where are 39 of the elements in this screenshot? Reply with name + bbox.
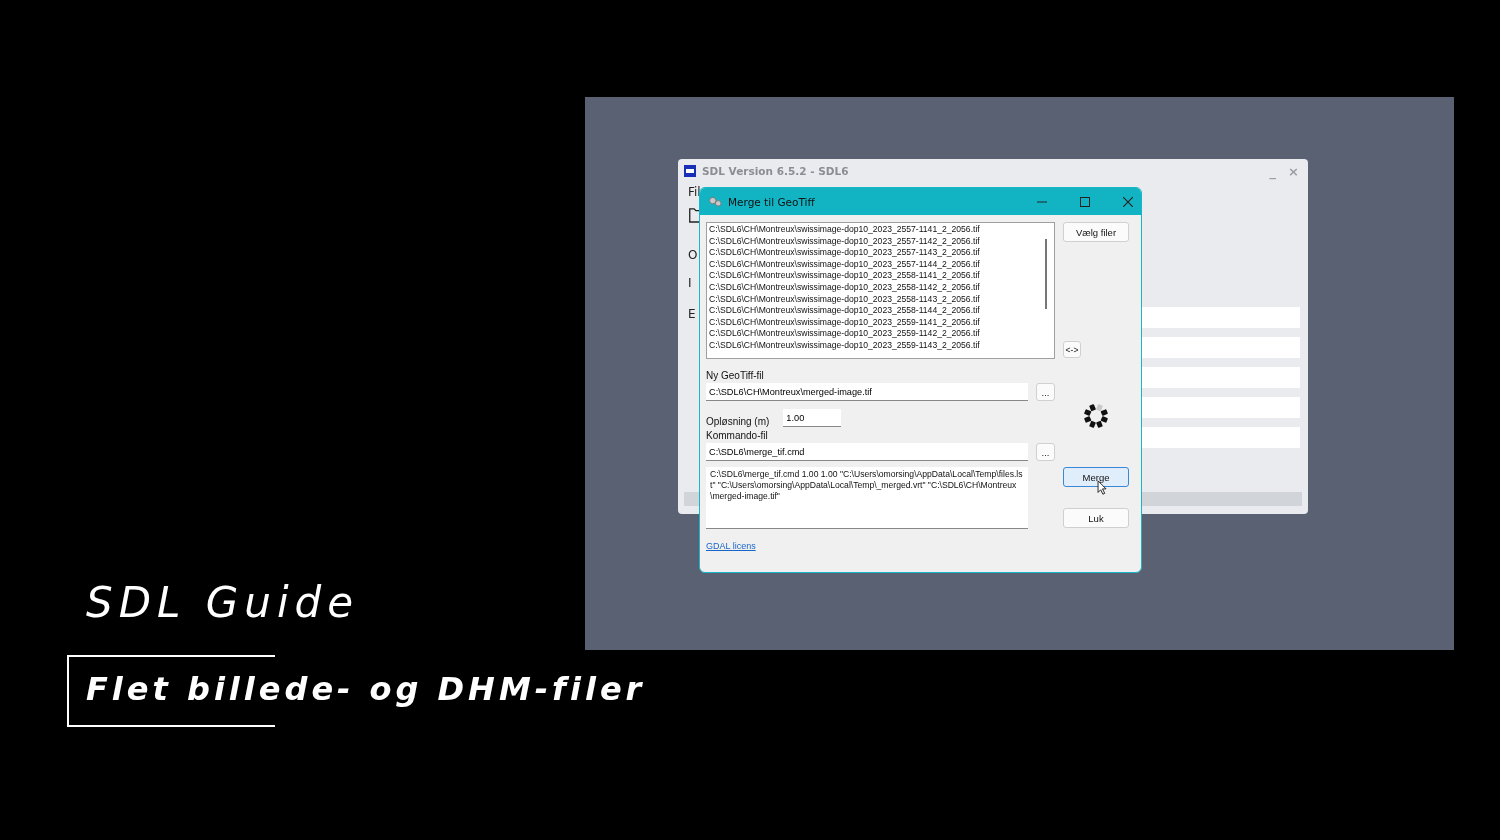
list-item[interactable]: C:\SDL6\CH\Montreux\swissimage-dop10_2023_2559-1142_2_2056.tif — [709, 328, 1054, 340]
close-icon — [1123, 196, 1133, 207]
field-label: Kommando-fil — [706, 430, 769, 441]
swap-button[interactable]: <-> — [1063, 341, 1081, 358]
field-label: O — [688, 248, 698, 262]
dialog-title: Merge til GeoTiff — [728, 195, 815, 208]
license-link[interactable]: GDAL licens — [706, 529, 1028, 551]
list-item[interactable]: C:\SDL6\CH\Montreux\swissimage-dop10_2023_2557-1143_2_2056.tif — [709, 247, 1054, 259]
field-label: Opløsning (m) — [706, 416, 770, 427]
field-label: I — [688, 276, 692, 290]
list-item[interactable]: C:\SDL6\CH\Montreux\swissimage-dop10_2023_2558-1141_2_2056.tif — [709, 270, 1054, 282]
close-button[interactable]: Luk — [1063, 508, 1129, 528]
list-item[interactable]: C:\SDL6\CH\Montreux\swissimage-dop10_2023_2557-1144_2_2056.tif — [709, 258, 1054, 271]
list-item[interactable]: C:\SDL6\CH\Montreux\swissimage-dop10_2023_2558-1143_2_2056.tif — [709, 293, 1054, 306]
command-text-area[interactable]: C:\SDL6\merge_tif.cmd 1.00 1.00 "C:\Users\omorsing\AppData\Local\Temp\files.lst" "C:\Users\omorsing\AppData\Local\Temp\_merged.vrt" "C:\SDL6\CH\Montreux\merged-image.tif" — [706, 467, 1028, 529]
scrollbar[interactable] — [1045, 239, 1047, 309]
file-list[interactable] — [706, 222, 1055, 359]
loading-spinner-icon — [1081, 401, 1111, 431]
resolution-field[interactable]: 1.00 — [783, 409, 842, 427]
output-file-field[interactable]: C:\SDL6\CH\Montreux\merged-image.tif — [706, 383, 1028, 401]
choose-files-button[interactable]: Vælg filer — [1063, 222, 1129, 242]
field-label: Ny GeoTiff-fil — [706, 370, 765, 381]
gears-icon — [708, 196, 723, 207]
browse-button[interactable]: ... — [1036, 443, 1055, 461]
menu-item[interactable]: Fil — [688, 185, 701, 199]
maximize-icon — [1080, 196, 1090, 207]
app-logo-icon — [684, 165, 696, 177]
list-item[interactable]: C:\SDL6\CH\Montreux\swissimage-dop10_2023_2558-1144_2_2056.tif — [709, 305, 1054, 317]
list-item[interactable]: C:\SDL6\CH\Montreux\swissimage-dop10_2023_2559-1143_2_2056.tif — [709, 339, 1054, 352]
list-item[interactable]: C:\SDL6\CH\Montreux\swissimage-dop10_2023_2558-1142_2_2056.tif — [709, 281, 1054, 294]
browse-button[interactable]: ... — [1036, 383, 1055, 401]
field-label: E — [688, 307, 696, 321]
video-heading: SDL Guide — [86, 578, 360, 627]
list-item[interactable]: C:\SDL6\CH\Montreux\swissimage-dop10_2023_2559-1141_2_2056.tif — [709, 316, 1054, 329]
list-item[interactable]: C:\SDL6\CH\Montreux\swissimage-dop10_2023_2557-1141_2_2056.tif — [709, 224, 1054, 236]
window-title: SDL Version 6.5.2 - SDL6 — [702, 165, 849, 177]
command-file-field[interactable]: C:\SDL6\merge_tif.cmd — [706, 443, 1028, 461]
list-item[interactable]: C:\SDL6\CH\Montreux\swissimage-dop10_2023_2557-1142_2_2056.tif — [709, 235, 1054, 248]
video-subtitle: Flet billede- og DHM-filer — [86, 670, 646, 708]
